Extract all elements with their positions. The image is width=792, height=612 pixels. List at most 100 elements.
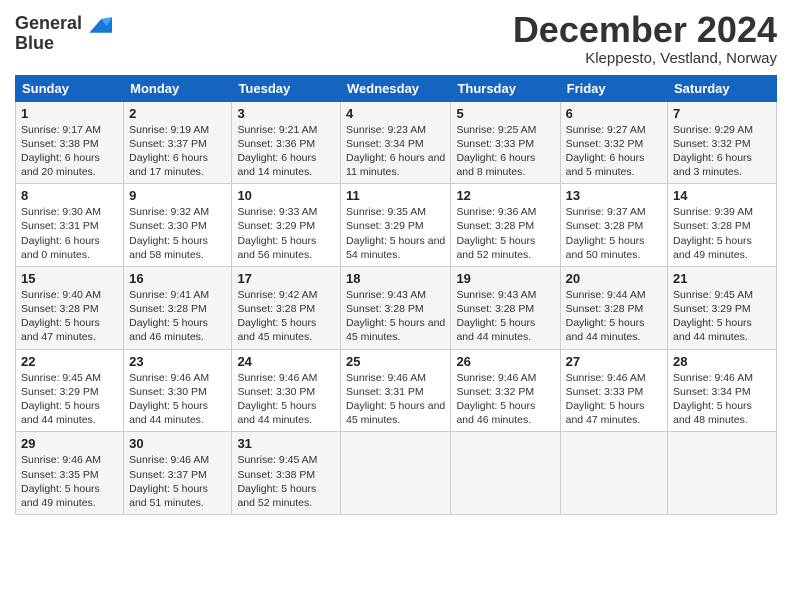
day-number: 5 xyxy=(456,106,554,121)
page-subtitle: Kleppesto, Vestland, Norway xyxy=(513,50,777,67)
day-info: Sunrise: 9:43 AMSunset: 3:28 PMDaylight:… xyxy=(346,289,445,344)
day-info: Sunrise: 9:42 AMSunset: 3:28 PMDaylight:… xyxy=(237,289,317,344)
day-info: Sunrise: 9:17 AMSunset: 3:38 PMDaylight:… xyxy=(21,124,101,179)
day-cell: 6 Sunrise: 9:27 AMSunset: 3:32 PMDayligh… xyxy=(560,101,667,184)
day-info: Sunrise: 9:36 AMSunset: 3:28 PMDaylight:… xyxy=(456,206,536,261)
day-cell: 4 Sunrise: 9:23 AMSunset: 3:34 PMDayligh… xyxy=(341,101,451,184)
day-info: Sunrise: 9:40 AMSunset: 3:28 PMDaylight:… xyxy=(21,289,101,344)
day-info: Sunrise: 9:45 AMSunset: 3:29 PMDaylight:… xyxy=(673,289,753,344)
day-cell: 23 Sunrise: 9:46 AMSunset: 3:30 PMDaylig… xyxy=(124,349,232,432)
day-number: 17 xyxy=(237,271,335,286)
day-cell: 20 Sunrise: 9:44 AMSunset: 3:28 PMDaylig… xyxy=(560,266,667,349)
week-row-1: 1 Sunrise: 9:17 AMSunset: 3:38 PMDayligh… xyxy=(16,101,777,184)
day-info: Sunrise: 9:46 AMSunset: 3:31 PMDaylight:… xyxy=(346,372,445,427)
day-cell: 26 Sunrise: 9:46 AMSunset: 3:32 PMDaylig… xyxy=(451,349,560,432)
day-number: 30 xyxy=(129,436,226,451)
day-cell xyxy=(668,432,777,515)
day-cell: 10 Sunrise: 9:33 AMSunset: 3:29 PMDaylig… xyxy=(232,184,341,267)
day-info: Sunrise: 9:39 AMSunset: 3:28 PMDaylight:… xyxy=(673,206,753,261)
day-number: 1 xyxy=(21,106,118,121)
col-header-tuesday: Tuesday xyxy=(232,75,341,101)
logo: General Blue xyxy=(15,10,112,54)
day-cell: 19 Sunrise: 9:43 AMSunset: 3:28 PMDaylig… xyxy=(451,266,560,349)
day-number: 2 xyxy=(129,106,226,121)
header: General Blue December 2024 Kleppesto, Ve… xyxy=(15,10,777,67)
day-cell: 8 Sunrise: 9:30 AMSunset: 3:31 PMDayligh… xyxy=(16,184,124,267)
day-info: Sunrise: 9:46 AMSunset: 3:33 PMDaylight:… xyxy=(566,372,646,427)
day-cell: 12 Sunrise: 9:36 AMSunset: 3:28 PMDaylig… xyxy=(451,184,560,267)
day-number: 8 xyxy=(21,188,118,203)
day-info: Sunrise: 9:25 AMSunset: 3:33 PMDaylight:… xyxy=(456,124,536,179)
logo-text: General xyxy=(15,14,82,34)
calendar-table: SundayMondayTuesdayWednesdayThursdayFrid… xyxy=(15,75,777,515)
day-number: 26 xyxy=(456,354,554,369)
day-cell: 17 Sunrise: 9:42 AMSunset: 3:28 PMDaylig… xyxy=(232,266,341,349)
col-header-saturday: Saturday xyxy=(668,75,777,101)
day-number: 18 xyxy=(346,271,445,286)
day-info: Sunrise: 9:46 AMSunset: 3:30 PMDaylight:… xyxy=(237,372,317,427)
day-info: Sunrise: 9:46 AMSunset: 3:32 PMDaylight:… xyxy=(456,372,536,427)
day-info: Sunrise: 9:43 AMSunset: 3:28 PMDaylight:… xyxy=(456,289,536,344)
title-block: December 2024 Kleppesto, Vestland, Norwa… xyxy=(513,10,777,67)
day-cell: 14 Sunrise: 9:39 AMSunset: 3:28 PMDaylig… xyxy=(668,184,777,267)
week-row-2: 8 Sunrise: 9:30 AMSunset: 3:31 PMDayligh… xyxy=(16,184,777,267)
day-cell: 28 Sunrise: 9:46 AMSunset: 3:34 PMDaylig… xyxy=(668,349,777,432)
day-cell xyxy=(341,432,451,515)
day-info: Sunrise: 9:33 AMSunset: 3:29 PMDaylight:… xyxy=(237,206,317,261)
day-cell: 31 Sunrise: 9:45 AMSunset: 3:38 PMDaylig… xyxy=(232,432,341,515)
day-cell: 16 Sunrise: 9:41 AMSunset: 3:28 PMDaylig… xyxy=(124,266,232,349)
logo-blue-text: Blue xyxy=(15,34,54,54)
col-header-thursday: Thursday xyxy=(451,75,560,101)
col-header-monday: Monday xyxy=(124,75,232,101)
day-cell: 30 Sunrise: 9:46 AMSunset: 3:37 PMDaylig… xyxy=(124,432,232,515)
day-number: 23 xyxy=(129,354,226,369)
day-cell: 11 Sunrise: 9:35 AMSunset: 3:29 PMDaylig… xyxy=(341,184,451,267)
day-cell: 3 Sunrise: 9:21 AMSunset: 3:36 PMDayligh… xyxy=(232,101,341,184)
day-cell: 13 Sunrise: 9:37 AMSunset: 3:28 PMDaylig… xyxy=(560,184,667,267)
day-number: 19 xyxy=(456,271,554,286)
day-number: 9 xyxy=(129,188,226,203)
day-number: 3 xyxy=(237,106,335,121)
day-cell: 15 Sunrise: 9:40 AMSunset: 3:28 PMDaylig… xyxy=(16,266,124,349)
calendar-header-row: SundayMondayTuesdayWednesdayThursdayFrid… xyxy=(16,75,777,101)
day-cell: 29 Sunrise: 9:46 AMSunset: 3:35 PMDaylig… xyxy=(16,432,124,515)
day-number: 25 xyxy=(346,354,445,369)
day-cell: 25 Sunrise: 9:46 AMSunset: 3:31 PMDaylig… xyxy=(341,349,451,432)
week-row-5: 29 Sunrise: 9:46 AMSunset: 3:35 PMDaylig… xyxy=(16,432,777,515)
day-info: Sunrise: 9:29 AMSunset: 3:32 PMDaylight:… xyxy=(673,124,753,179)
day-number: 16 xyxy=(129,271,226,286)
day-number: 15 xyxy=(21,271,118,286)
day-info: Sunrise: 9:45 AMSunset: 3:38 PMDaylight:… xyxy=(237,454,317,509)
day-cell: 9 Sunrise: 9:32 AMSunset: 3:30 PMDayligh… xyxy=(124,184,232,267)
day-cell: 24 Sunrise: 9:46 AMSunset: 3:30 PMDaylig… xyxy=(232,349,341,432)
week-row-4: 22 Sunrise: 9:45 AMSunset: 3:29 PMDaylig… xyxy=(16,349,777,432)
day-cell: 1 Sunrise: 9:17 AMSunset: 3:38 PMDayligh… xyxy=(16,101,124,184)
day-number: 27 xyxy=(566,354,662,369)
day-cell: 21 Sunrise: 9:45 AMSunset: 3:29 PMDaylig… xyxy=(668,266,777,349)
day-cell: 7 Sunrise: 9:29 AMSunset: 3:32 PMDayligh… xyxy=(668,101,777,184)
col-header-friday: Friday xyxy=(560,75,667,101)
day-cell: 22 Sunrise: 9:45 AMSunset: 3:29 PMDaylig… xyxy=(16,349,124,432)
day-info: Sunrise: 9:46 AMSunset: 3:37 PMDaylight:… xyxy=(129,454,209,509)
calendar-body: 1 Sunrise: 9:17 AMSunset: 3:38 PMDayligh… xyxy=(16,101,777,514)
day-number: 22 xyxy=(21,354,118,369)
day-info: Sunrise: 9:23 AMSunset: 3:34 PMDaylight:… xyxy=(346,124,445,179)
day-number: 12 xyxy=(456,188,554,203)
day-info: Sunrise: 9:46 AMSunset: 3:34 PMDaylight:… xyxy=(673,372,753,427)
day-info: Sunrise: 9:30 AMSunset: 3:31 PMDaylight:… xyxy=(21,206,101,261)
day-number: 13 xyxy=(566,188,662,203)
day-info: Sunrise: 9:44 AMSunset: 3:28 PMDaylight:… xyxy=(566,289,646,344)
day-info: Sunrise: 9:46 AMSunset: 3:35 PMDaylight:… xyxy=(21,454,101,509)
day-info: Sunrise: 9:41 AMSunset: 3:28 PMDaylight:… xyxy=(129,289,209,344)
day-info: Sunrise: 9:19 AMSunset: 3:37 PMDaylight:… xyxy=(129,124,209,179)
day-number: 29 xyxy=(21,436,118,451)
day-number: 20 xyxy=(566,271,662,286)
day-info: Sunrise: 9:32 AMSunset: 3:30 PMDaylight:… xyxy=(129,206,209,261)
col-header-sunday: Sunday xyxy=(16,75,124,101)
page-container: General Blue December 2024 Kleppesto, Ve… xyxy=(0,0,792,525)
day-number: 14 xyxy=(673,188,771,203)
day-info: Sunrise: 9:21 AMSunset: 3:36 PMDaylight:… xyxy=(237,124,317,179)
day-cell xyxy=(451,432,560,515)
logo-icon xyxy=(84,10,112,38)
day-cell xyxy=(560,432,667,515)
